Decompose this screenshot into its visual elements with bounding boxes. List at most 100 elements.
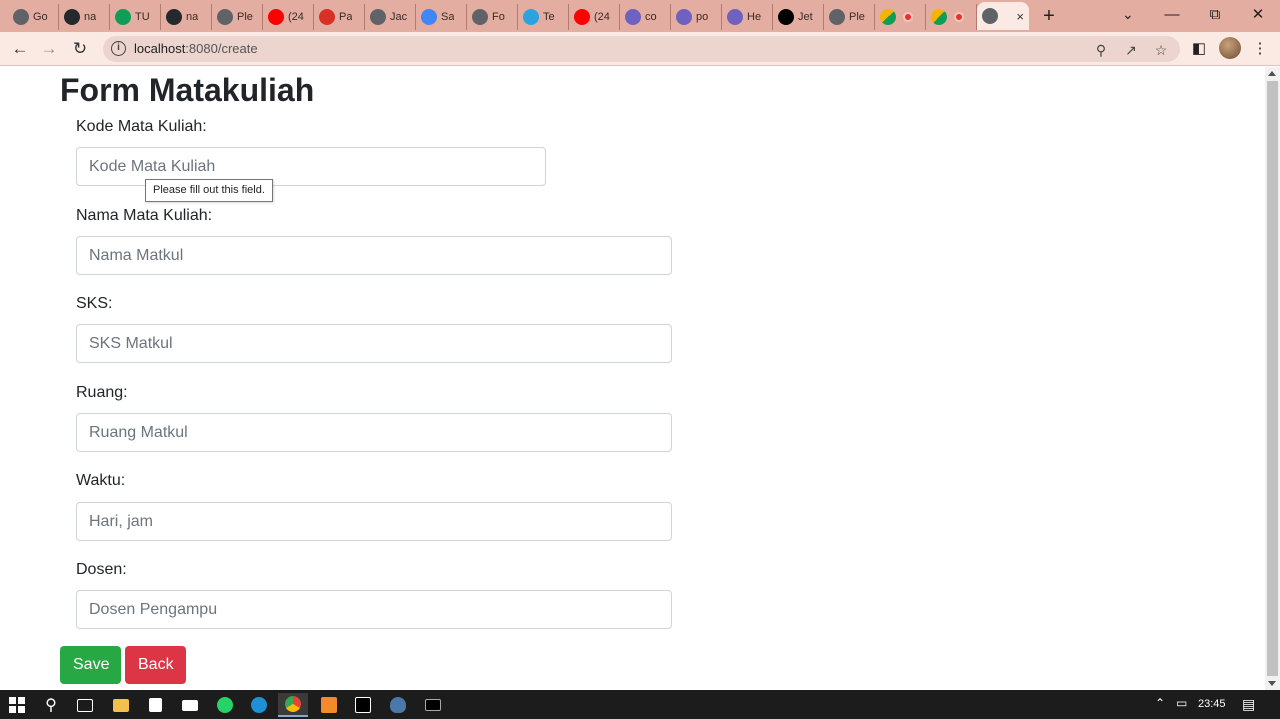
tray-chevron-icon[interactable]: ⌃ xyxy=(1155,696,1165,710)
heroku-icon xyxy=(676,9,692,25)
tab-list: Go na TU na Ple (24 Pa Jac Sa Fo Te (24 co po He Jet Ple… xyxy=(8,2,1029,30)
battery-icon[interactable]: ▭ xyxy=(1176,696,1187,710)
url-host: localhost xyxy=(134,41,186,56)
share-icon[interactable]: ↗ xyxy=(1122,41,1140,59)
scroll-down-icon[interactable] xyxy=(1268,681,1276,686)
sublime-icon[interactable] xyxy=(314,693,344,717)
task-view-icon[interactable] xyxy=(70,693,100,717)
slides-icon xyxy=(880,9,896,25)
waktu-input[interactable] xyxy=(76,502,672,541)
tab-title: Jac xyxy=(390,11,408,23)
tab-title: TU xyxy=(135,11,150,23)
browser-tab[interactable]: Pa xyxy=(314,4,365,30)
sks-input[interactable] xyxy=(76,324,672,363)
url-path: :8080/create xyxy=(185,41,258,56)
browser-tab[interactable]: Jac xyxy=(365,4,416,30)
tab-title: Jet xyxy=(798,11,813,23)
tab-title: Te xyxy=(543,11,555,23)
active-tab[interactable]: × xyxy=(977,2,1029,30)
browser-tab[interactable]: Ple xyxy=(212,4,263,30)
notification-icon[interactable]: ▤ xyxy=(1242,696,1255,713)
dosen-input[interactable] xyxy=(76,590,672,629)
browser-tab[interactable]: na xyxy=(59,4,110,30)
globe-icon xyxy=(982,8,998,24)
edge-icon[interactable] xyxy=(244,693,274,717)
tab-title: po xyxy=(696,11,709,23)
browser-tab[interactable]: Jet xyxy=(773,4,824,30)
browser-tab[interactable]: Fo xyxy=(467,4,518,30)
tab-title: Ple xyxy=(849,11,865,23)
site-info-icon[interactable]: i xyxy=(111,41,126,56)
slides-icon xyxy=(931,9,947,25)
restore-icon[interactable]: ⧉ xyxy=(1195,4,1235,26)
browser-tab[interactable]: Ple xyxy=(824,4,875,30)
browser-tab[interactable]: Go xyxy=(8,4,59,30)
terminal-icon[interactable] xyxy=(418,693,448,717)
url-text[interactable]: localhost:8080/create xyxy=(134,41,258,56)
browser-tab[interactable]: Sa xyxy=(416,4,467,30)
tab-title: Sa xyxy=(441,11,455,23)
new-tab-button[interactable]: + xyxy=(1038,5,1060,27)
browser-tab[interactable]: na xyxy=(161,4,212,30)
gmail-icon xyxy=(319,9,335,25)
heroku-icon xyxy=(625,9,641,25)
dosen-label: Dosen: xyxy=(76,561,127,578)
nama-input[interactable] xyxy=(76,236,672,275)
sks-label: SKS: xyxy=(76,295,113,312)
back-button[interactable]: Back xyxy=(125,646,186,684)
search-icon[interactable]: ⚲ xyxy=(36,693,66,717)
browser-tab[interactable]: TU xyxy=(110,4,161,30)
browser-tab[interactable]: Te xyxy=(518,4,569,30)
scroll-up-icon[interactable] xyxy=(1268,71,1276,76)
windows-start-icon[interactable] xyxy=(2,693,32,717)
youtube-icon xyxy=(268,9,284,25)
mail-icon[interactable] xyxy=(175,693,205,717)
kode-label: Kode Mata Kuliah: xyxy=(76,118,207,135)
browser-tab[interactable]: (24 xyxy=(263,4,314,30)
vertical-scrollbar[interactable] xyxy=(1265,67,1280,690)
reload-icon[interactable]: ↻ xyxy=(69,38,91,60)
address-bar[interactable]: i localhost:8080/create ⚲ ↗ ☆ xyxy=(103,36,1180,62)
chrome-icon[interactable] xyxy=(278,693,308,717)
close-window-icon[interactable]: ✕ xyxy=(1238,4,1278,26)
tab-title: Go xyxy=(33,11,48,23)
ruang-input[interactable] xyxy=(76,413,672,452)
store-icon[interactable] xyxy=(140,693,170,717)
tab-title: Fo xyxy=(492,11,505,23)
recording-tab[interactable] xyxy=(875,4,926,30)
postgres-icon[interactable] xyxy=(383,693,413,717)
validation-tooltip: Please fill out this field. xyxy=(145,179,273,202)
page-content: Form Matakuliah Kode Mata Kuliah: Please… xyxy=(0,67,1265,690)
menu-dots-icon[interactable]: ⋮ xyxy=(1250,39,1270,59)
forward-arrow-icon[interactable]: → xyxy=(38,38,60,60)
browser-tab[interactable]: (24 xyxy=(569,4,620,30)
google-icon xyxy=(421,9,437,25)
save-button[interactable]: Save xyxy=(60,646,121,684)
side-panel-icon[interactable]: ◧ xyxy=(1189,39,1209,59)
browser-tab[interactable]: co xyxy=(620,4,671,30)
profile-avatar[interactable] xyxy=(1219,37,1241,59)
minimize-icon[interactable]: — xyxy=(1152,4,1192,26)
tab-title: co xyxy=(645,11,657,23)
tab-search-chevron-icon[interactable]: ⌄ xyxy=(1122,6,1134,23)
zoom-icon[interactable]: ⚲ xyxy=(1092,41,1110,59)
file-explorer-icon[interactable] xyxy=(106,693,136,717)
browser-tab[interactable]: po xyxy=(671,4,722,30)
telegram-icon xyxy=(523,9,539,25)
globe-icon xyxy=(370,9,386,25)
bookmark-star-icon[interactable]: ☆ xyxy=(1152,41,1170,59)
heroku-icon xyxy=(727,9,743,25)
recording-tab[interactable] xyxy=(926,4,977,30)
tab-title: (24 xyxy=(288,11,304,23)
back-arrow-icon[interactable]: ← xyxy=(9,38,31,60)
intellij-icon[interactable] xyxy=(348,693,378,717)
github-icon xyxy=(166,9,182,25)
whatsapp-icon[interactable] xyxy=(210,693,240,717)
taskbar-clock[interactable]: 23:45 xyxy=(1198,698,1226,710)
globe-icon xyxy=(13,9,29,25)
scrollbar-thumb[interactable] xyxy=(1267,81,1278,676)
browser-tab[interactable]: He xyxy=(722,4,773,30)
nama-label: Nama Mata Kuliah: xyxy=(76,207,213,224)
windows-taskbar: ⚲ ⌃ ▭ 23:45 ▤ xyxy=(0,690,1280,719)
close-tab-icon[interactable]: × xyxy=(1016,9,1024,24)
